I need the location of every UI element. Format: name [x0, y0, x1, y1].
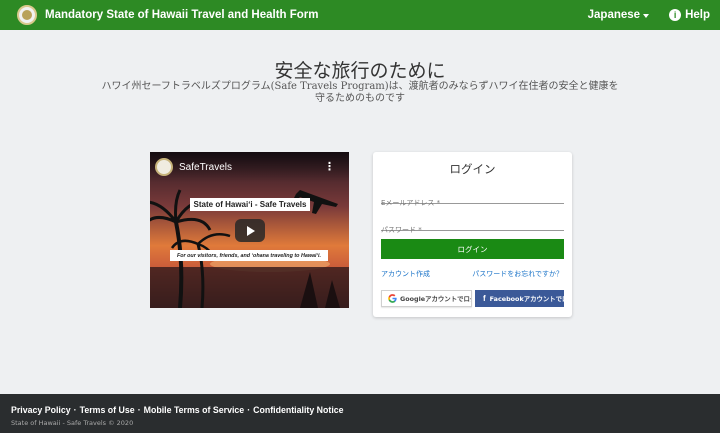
password-field[interactable]: [381, 223, 564, 237]
page-title: 安全な旅行のために: [274, 60, 446, 82]
play-button[interactable]: [235, 219, 265, 242]
help-label: Help: [685, 9, 710, 21]
play-icon: [247, 225, 255, 236]
page-subtitle: ハワイ州セーフトラベルズプログラム(Safe Travels Program)は…: [101, 81, 619, 104]
privacy-policy-link[interactable]: Privacy Policy: [11, 405, 71, 415]
language-dropdown[interactable]: Japanese: [587, 9, 650, 21]
channel-avatar[interactable]: [155, 158, 173, 176]
help-link[interactable]: i Help: [669, 9, 710, 21]
login-title: ログイン: [449, 162, 496, 176]
login-card: ログイン ログイン アカウント作成 パスワードをお忘れですか？ Googleアカ…: [373, 152, 572, 317]
facebook-login-label: Facebookアカウントでログイン: [489, 295, 564, 303]
app-title[interactable]: Mandatory State of Hawaii Travel and Hea…: [45, 9, 319, 21]
info-icon: i: [669, 9, 682, 21]
video-player[interactable]: SafeTravels ⋮ State of Hawaiʻi - Safe Tr…: [150, 152, 349, 308]
footer-links: Privacy Policy · Terms of Use · Mobile Terms…: [11, 405, 344, 415]
google-icon: [388, 294, 397, 303]
confidentiality-notice-link[interactable]: Confidentiality Notice: [253, 405, 343, 415]
video-banner-text: State of Hawaiʻi - Safe Travels: [190, 198, 310, 211]
forgot-password-link[interactable]: パスワードをお忘れですか？: [472, 269, 563, 279]
google-login-label: Googleアカウントでログイン: [400, 295, 471, 303]
top-navbar: Mandatory State of Hawaii Travel and Hea…: [0, 0, 720, 30]
password-field-wrapper: [381, 217, 564, 237]
video-channel-title[interactable]: SafeTravels: [179, 162, 232, 173]
language-label: Japanese: [587, 9, 641, 21]
login-button[interactable]: ログイン: [381, 239, 564, 259]
email-field-wrapper: [381, 190, 564, 210]
google-login-button[interactable]: Googleアカウントでログイン: [381, 290, 472, 307]
facebook-login-button[interactable]: f Facebookアカウントでログイン: [475, 290, 564, 307]
more-options-icon[interactable]: ⋮: [324, 161, 335, 172]
caret-down-icon: [643, 13, 650, 18]
hawaii-seal-logo[interactable]: [17, 5, 37, 25]
terms-of-use-link[interactable]: Terms of Use: [80, 405, 135, 415]
facebook-icon: f: [483, 294, 486, 303]
email-field[interactable]: [381, 196, 564, 210]
create-account-link[interactable]: アカウント作成: [381, 269, 430, 279]
footer: Privacy Policy · Terms of Use · Mobile Terms…: [0, 394, 720, 433]
copyright-text: State of Hawaii - Safe Travels © 2020: [11, 419, 134, 427]
video-caption-text: For our visitors, friends, and ʻohana tr…: [170, 250, 328, 261]
mobile-terms-link[interactable]: Mobile Terms of Service: [144, 405, 245, 415]
